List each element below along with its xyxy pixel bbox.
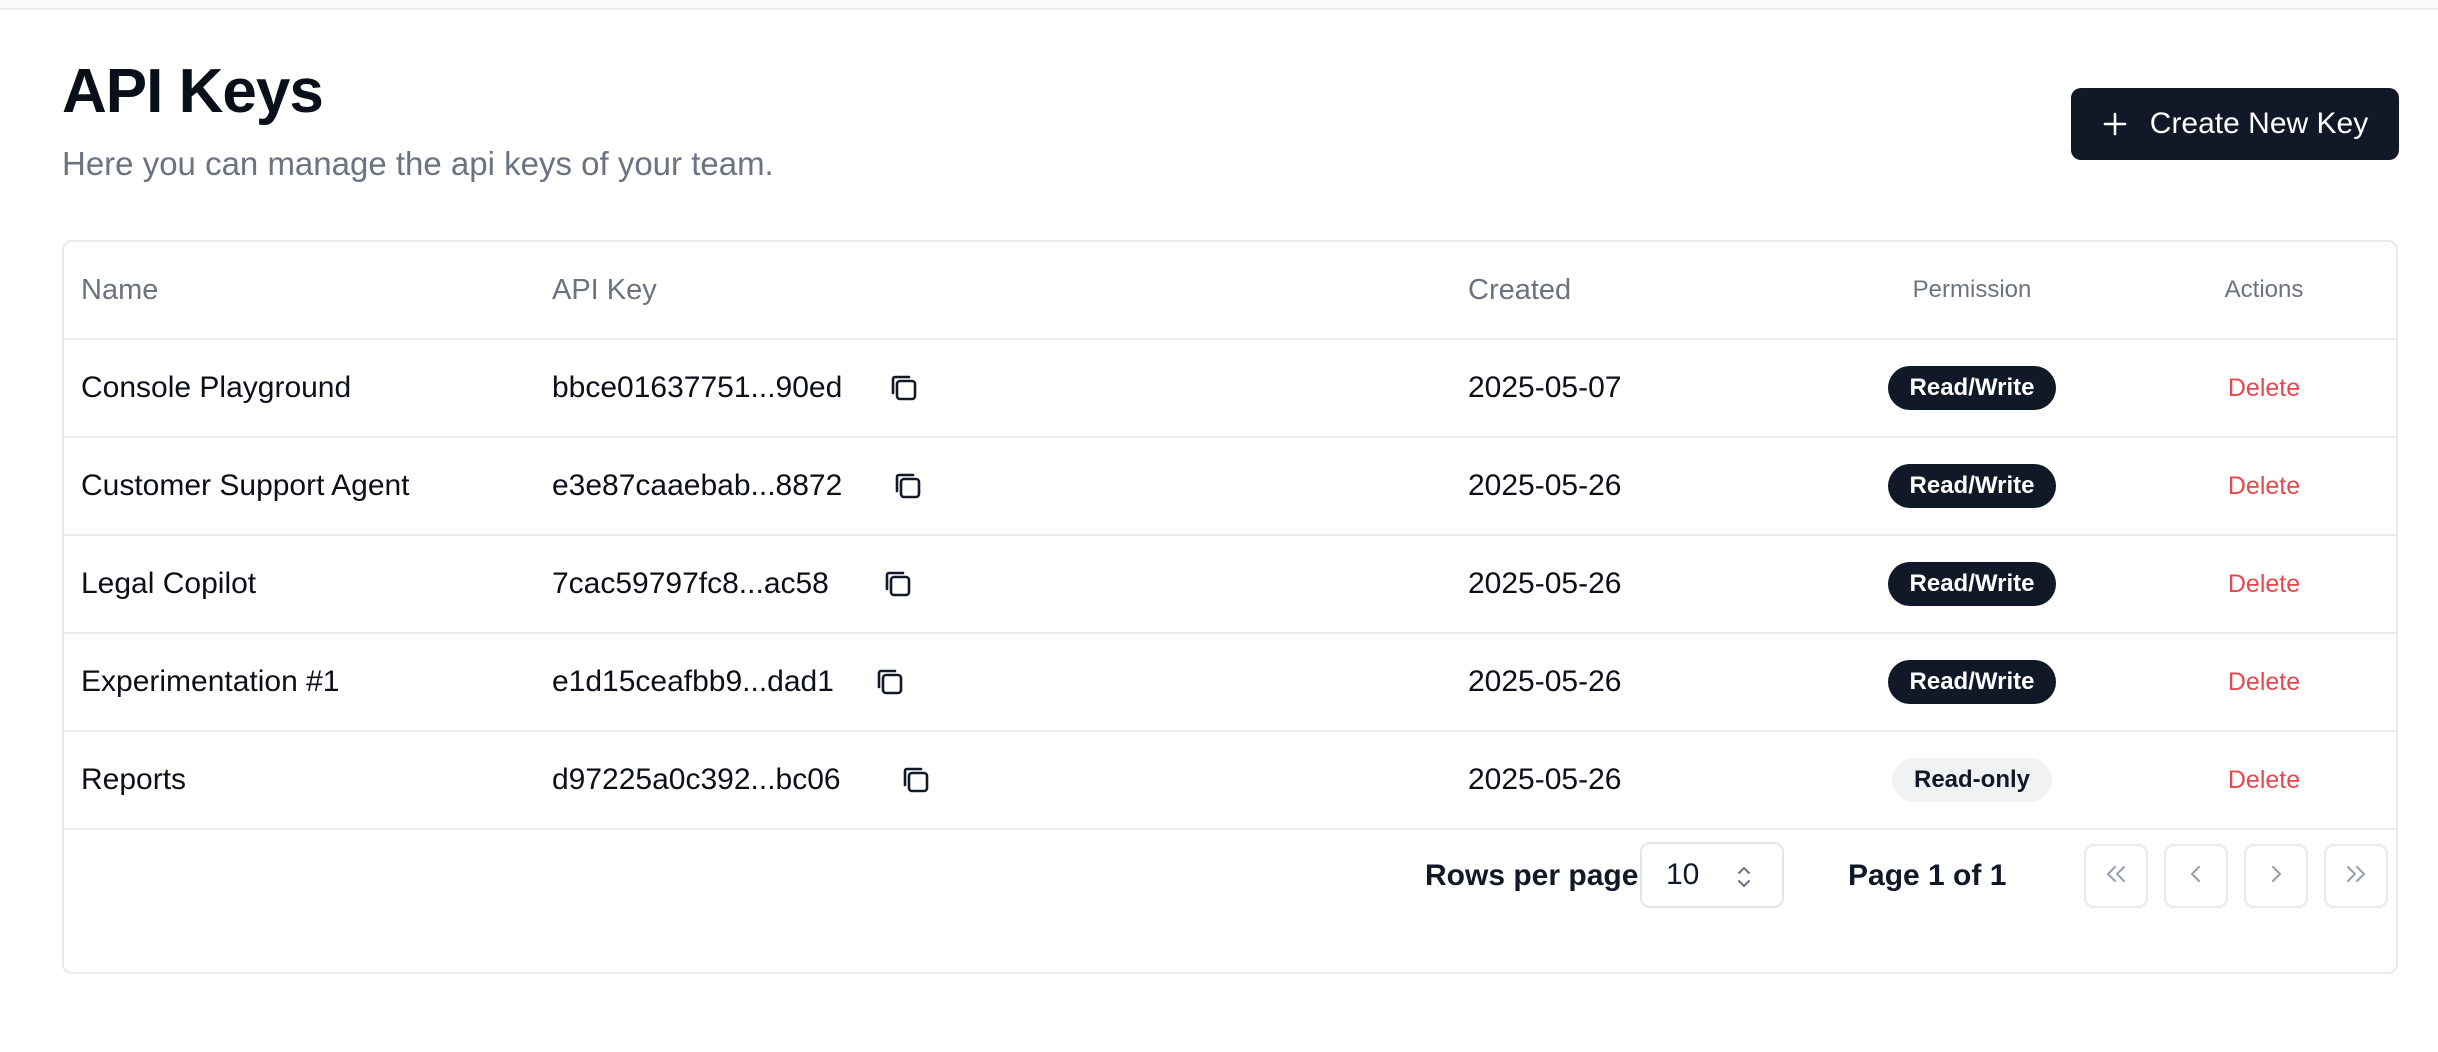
page-indicator: Page 1 of 1 [1848, 859, 2007, 892]
api-keys-table: Name API Key Created Permission Actions … [62, 240, 2398, 974]
copy-icon[interactable] [886, 370, 922, 406]
key-name: Legal Copilot [81, 567, 257, 600]
copy-icon[interactable] [898, 762, 934, 798]
permission-badge: Read/Write [1887, 660, 2057, 704]
copy-icon[interactable] [880, 566, 916, 602]
actions-cell: Delete [2154, 634, 2374, 730]
delete-button[interactable]: Delete [2228, 668, 2300, 697]
delete-button[interactable]: Delete [2228, 374, 2300, 403]
plus-icon [2102, 111, 2128, 137]
api-key-value: 7cac59797fc8...ac58 [552, 567, 829, 600]
rows-per-page-label: Rows per page [1425, 859, 1639, 892]
created-date: 2025-05-26 [1468, 665, 1622, 698]
table-row: Customer Support Agent e3e87caaebab...88… [64, 438, 2396, 536]
table-header-row: Name API Key Created Permission Actions [64, 242, 2396, 340]
permission-badge: Read/Write [1887, 464, 2057, 508]
column-header-api-key: API Key [552, 273, 657, 306]
permission-cell: Read/Write [1792, 634, 2152, 730]
actions-cell: Delete [2154, 340, 2374, 436]
key-name: Customer Support Agent [81, 469, 410, 502]
top-border [0, 0, 2438, 10]
created-date: 2025-05-07 [1468, 371, 1622, 404]
next-page-button[interactable] [2244, 844, 2308, 908]
last-page-button[interactable] [2324, 844, 2388, 908]
create-new-key-label: Create New Key [2149, 107, 2369, 140]
table-row: Console Playground bbce01637751...90ed 2… [64, 340, 2396, 438]
permission-cell: Read/Write [1792, 438, 2152, 534]
chevrons-right-icon [2342, 860, 2370, 893]
actions-cell: Delete [2154, 438, 2374, 534]
permission-badge: Read-only [1891, 758, 2052, 802]
copy-icon[interactable] [890, 468, 926, 504]
column-header-created: Created [1468, 273, 1572, 306]
copy-icon[interactable] [872, 664, 908, 700]
permission-cell: Read-only [1792, 732, 2152, 828]
rows-per-page-select[interactable]: 10 [1640, 842, 1784, 908]
table-row: Experimentation #1 e1d15ceafbb9...dad1 2… [64, 634, 2396, 732]
delete-button[interactable]: Delete [2228, 472, 2300, 501]
permission-badge: Read/Write [1887, 562, 2057, 606]
api-key-value: d97225a0c392...bc06 [552, 763, 841, 796]
chevrons-left-icon [2102, 860, 2130, 893]
created-date: 2025-05-26 [1468, 567, 1622, 600]
created-date: 2025-05-26 [1468, 763, 1622, 796]
api-key-value: bbce01637751...90ed [552, 371, 843, 404]
create-new-key-button[interactable]: Create New Key [2071, 88, 2399, 160]
chevron-right-icon [2262, 860, 2290, 893]
first-page-button[interactable] [2084, 844, 2148, 908]
pagination-bar: Rows per page 10 Page 1 of 1 [64, 828, 2396, 948]
key-name: Reports [81, 763, 187, 796]
actions-cell: Delete [2154, 536, 2374, 632]
delete-button[interactable]: Delete [2228, 570, 2300, 599]
permission-badge: Read/Write [1887, 366, 2057, 410]
column-header-actions: Actions [2224, 276, 2304, 303]
api-key-value: e1d15ceafbb9...dad1 [552, 665, 834, 698]
created-date: 2025-05-26 [1468, 469, 1622, 502]
api-key-value: e3e87caaebab...8872 [552, 469, 843, 502]
chevron-left-icon [2182, 860, 2210, 893]
actions-cell: Delete [2154, 732, 2374, 828]
table-row: Legal Copilot 7cac59797fc8...ac58 2025-0… [64, 536, 2396, 634]
page-title: API Keys [62, 57, 324, 126]
delete-button[interactable]: Delete [2228, 766, 2300, 795]
page-subtitle: Here you can manage the api keys of your… [62, 145, 774, 182]
column-header-name: Name [81, 273, 159, 306]
key-name: Experimentation #1 [81, 665, 340, 698]
permission-cell: Read/Write [1792, 340, 2152, 436]
permission-cell: Read/Write [1792, 536, 2152, 632]
rows-per-page-value: 10 [1666, 858, 1700, 891]
chevron-up-down-icon [1736, 864, 1752, 898]
key-name: Console Playground [81, 371, 352, 404]
table-row: Reports d97225a0c392...bc06 2025-05-26 R… [64, 732, 2396, 830]
page-header: API Keys Here you can manage the api key… [62, 52, 774, 184]
previous-page-button[interactable] [2164, 844, 2228, 908]
column-header-permission: Permission [1912, 276, 2032, 303]
